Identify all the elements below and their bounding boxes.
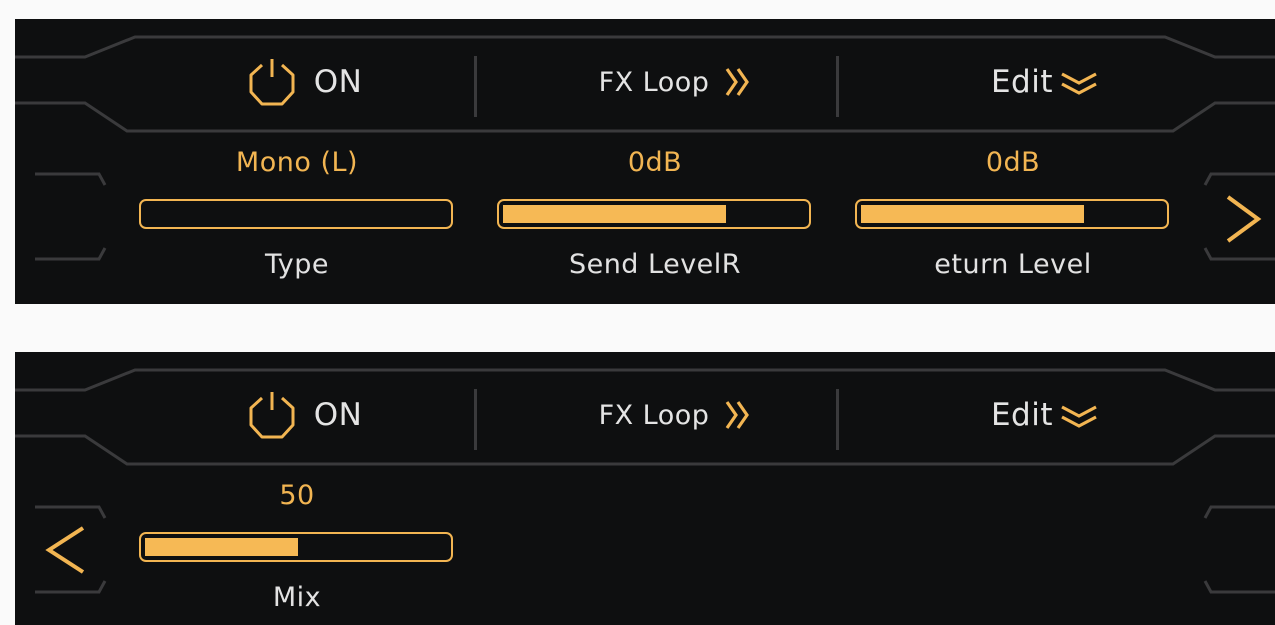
- power-label: ON: [313, 64, 363, 100]
- edit-button[interactable]: Edit: [915, 390, 1175, 440]
- edit-button[interactable]: Edit: [915, 57, 1175, 107]
- header-divider: [836, 56, 839, 117]
- double-chevron-down-icon: [1061, 72, 1097, 95]
- param-slider[interactable]: [497, 199, 811, 229]
- param-slider[interactable]: [855, 199, 1169, 229]
- power-icon: [249, 392, 295, 439]
- param-fill: [503, 205, 726, 223]
- chevron-right-icon[interactable]: [1220, 189, 1275, 249]
- edit-label: Edit: [990, 397, 1054, 433]
- power-icon: [249, 59, 295, 106]
- header-divider: [474, 389, 477, 450]
- param-value: 0dB: [627, 147, 683, 178]
- param-value: 50: [279, 480, 315, 511]
- edit-label: Edit: [990, 64, 1054, 100]
- param-label: Mix: [272, 582, 322, 613]
- param-slider[interactable]: [139, 532, 453, 562]
- header-divider: [836, 389, 839, 450]
- effect-selector[interactable]: FX Loop: [545, 390, 805, 440]
- double-chevron-down-icon: [1061, 405, 1097, 428]
- effect-selector[interactable]: FX Loop: [545, 57, 805, 107]
- power-label: ON: [313, 397, 363, 433]
- effect-panel-page-1: ON FX Loop Edit Mono (L) Type 0dB Send L…: [15, 19, 1275, 304]
- param-label: Send LevelR: [568, 249, 742, 280]
- effect-panel-page-2: ON FX Loop Edit 50 Mix: [15, 352, 1275, 625]
- param-label: eturn Level: [934, 249, 1092, 280]
- param-fill: [145, 538, 298, 556]
- effect-label: FX Loop: [598, 399, 710, 431]
- header-divider: [474, 56, 477, 117]
- effect-label: FX Loop: [598, 66, 710, 98]
- power-toggle[interactable]: ON: [225, 390, 385, 440]
- double-chevron-right-icon: [726, 68, 750, 96]
- param-slider[interactable]: [139, 199, 453, 229]
- param-value: Mono (L): [235, 147, 359, 178]
- double-chevron-right-icon: [726, 401, 750, 429]
- param-fill: [861, 205, 1084, 223]
- param-label: Type: [264, 249, 329, 280]
- power-toggle[interactable]: ON: [225, 57, 385, 107]
- chevron-left-icon[interactable]: [35, 520, 95, 580]
- param-value: 0dB: [985, 147, 1041, 178]
